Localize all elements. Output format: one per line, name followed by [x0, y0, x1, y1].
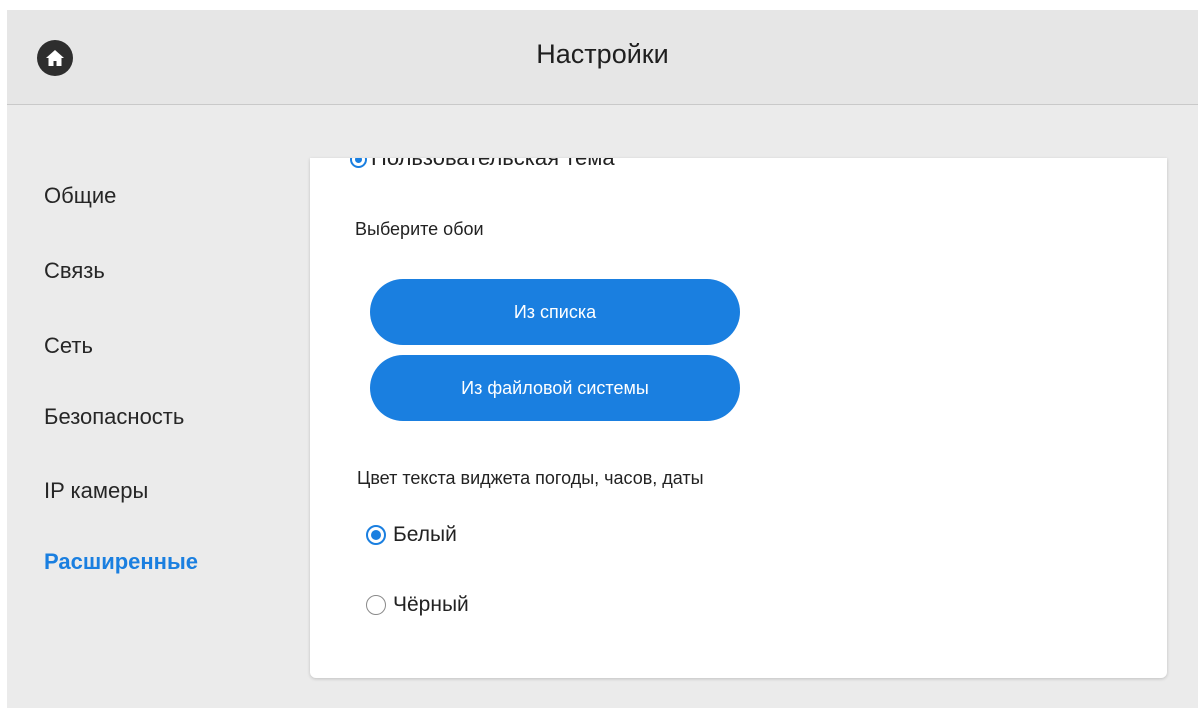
settings-screen: Настройки Общие Связь Сеть Безопасность … [7, 10, 1198, 708]
custom-theme-option[interactable]: Пользовательская тема [350, 158, 615, 171]
custom-theme-label: Пользовательская тема [371, 158, 615, 170]
page-title: Настройки [536, 39, 669, 69]
sidebar-item-communication[interactable]: Связь [44, 258, 105, 284]
black-radio[interactable] [366, 595, 386, 615]
color-option-black[interactable]: Чёрный [366, 593, 469, 617]
sidebar-item-ip-cameras[interactable]: IP камеры [44, 478, 148, 504]
top-bar: Настройки [7, 10, 1198, 105]
sidebar-item-security[interactable]: Безопасность [44, 404, 184, 430]
widget-color-label: Цвет текста виджета погоды, часов, даты [357, 468, 704, 488]
sidebar-item-advanced[interactable]: Расширенные [44, 549, 198, 575]
settings-panel: Пользовательская тема Выберите обои Из с… [310, 158, 1167, 678]
wallpaper-label: Выберите обои [355, 219, 484, 239]
white-radio[interactable] [366, 525, 386, 545]
black-label: Чёрный [393, 593, 469, 616]
color-option-white[interactable]: Белый [366, 523, 457, 547]
from-list-button[interactable]: Из списка [370, 279, 740, 345]
white-label: Белый [393, 523, 457, 546]
sidebar-item-network[interactable]: Сеть [44, 333, 93, 359]
from-filesystem-button[interactable]: Из файловой системы [370, 355, 740, 421]
sidebar-item-general[interactable]: Общие [44, 183, 116, 209]
custom-theme-radio[interactable] [350, 158, 367, 168]
